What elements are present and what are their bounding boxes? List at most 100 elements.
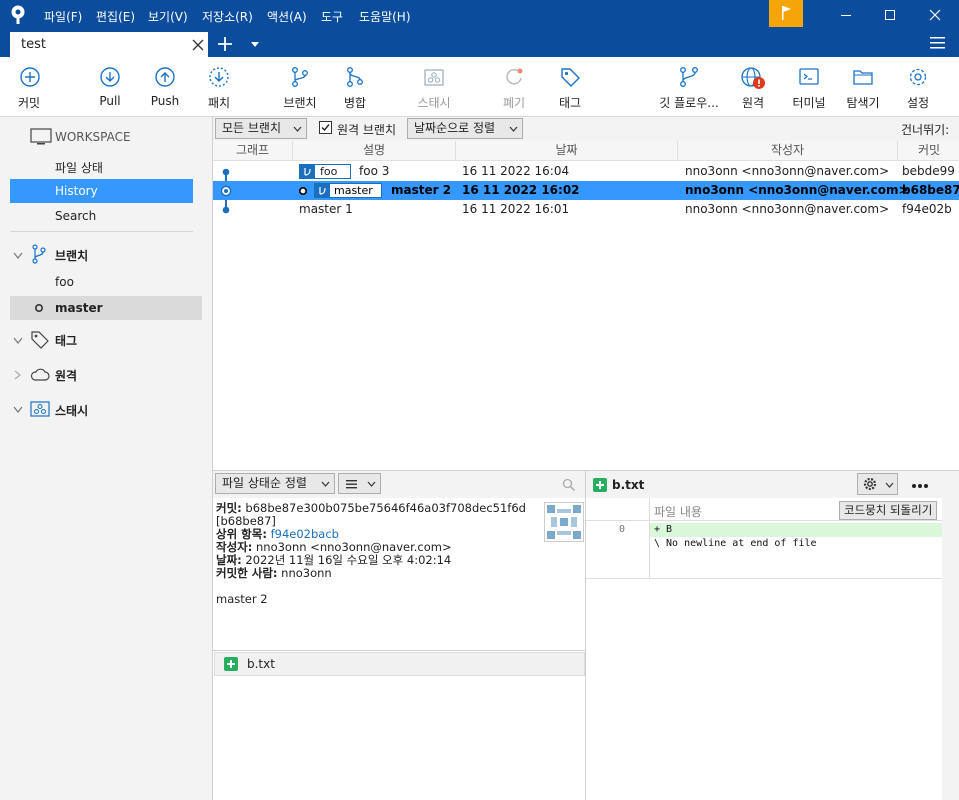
sidebar-item-file-status[interactable]: 파일 상태	[55, 159, 103, 176]
remotes-header[interactable]: 원격	[55, 367, 77, 384]
diff-content-header: 파일 내용	[654, 505, 702, 519]
table-row[interactable]: foo foo 3 16 11 2022 16:04 nno3onn <nno3…	[213, 162, 959, 181]
remote-branches-label[interactable]: 원격 브랜치	[337, 121, 396, 138]
stash-button[interactable]: 스태시	[410, 57, 458, 115]
branch-filter-select[interactable]: 모든 브랜치	[215, 118, 307, 139]
push-button[interactable]: Push	[143, 57, 187, 115]
chevron-down-icon[interactable]	[13, 406, 23, 414]
menu-edit[interactable]: 편집(E)	[96, 8, 135, 25]
remote-button[interactable]: 원격	[730, 57, 776, 115]
chevron-right-icon[interactable]	[14, 370, 22, 380]
pull-icon	[100, 67, 120, 87]
view-mode-select[interactable]	[338, 473, 381, 494]
file-list-item[interactable]: b.txt	[214, 652, 585, 676]
col-graph[interactable]: 그래프	[213, 141, 293, 160]
discard-button[interactable]: 폐기	[492, 57, 536, 115]
diff-line-added	[650, 523, 942, 537]
branch-button[interactable]: 브랜치	[276, 57, 324, 115]
diff-options-button[interactable]	[857, 473, 898, 495]
col-date[interactable]: 날짜	[456, 141, 678, 160]
terminal-label: 터미널	[792, 96, 826, 110]
chevron-down-icon	[293, 126, 302, 132]
stash-section-icon	[30, 401, 50, 417]
tag-button[interactable]: 태그	[548, 57, 592, 115]
sort-select[interactable]: 날짜순으로 정렬	[407, 118, 523, 139]
workspace-header: WORKSPACE	[55, 130, 131, 144]
commit-date: 16 11 2022 16:01	[462, 202, 570, 216]
minimize-button[interactable]	[826, 0, 866, 30]
sidebar-branch-foo[interactable]: foo	[55, 275, 74, 289]
close-icon	[929, 9, 941, 21]
tag-icon	[561, 68, 580, 87]
app-logo-icon	[9, 5, 27, 25]
discard-icon	[506, 68, 523, 85]
menu-tools[interactable]: 도구	[321, 8, 343, 25]
tags-header[interactable]: 태그	[55, 332, 77, 349]
col-description[interactable]: 설명	[293, 141, 456, 160]
merge-button[interactable]: 병합	[333, 57, 377, 115]
remote-branches-checkbox[interactable]	[319, 121, 332, 134]
terminal-button[interactable]: 터미널	[786, 57, 832, 115]
tag-section-icon	[31, 331, 49, 349]
commit-date-value: 2022년 11월 16일 수요일 오후 4:02:14	[245, 553, 452, 567]
pull-button[interactable]: Pull	[88, 57, 132, 115]
menu-help[interactable]: 도움말(H)	[359, 8, 411, 25]
patch-button[interactable]: 패치	[197, 57, 241, 115]
grid-header: 그래프 설명 날짜 작성자 커밋	[213, 141, 959, 161]
gitflow-button[interactable]: 깃 플로우...	[654, 57, 724, 115]
tab-dropdown-icon[interactable]	[250, 41, 260, 49]
table-row-selected[interactable]: master master 2 16 11 2022 16:02 nno3onn…	[213, 181, 959, 200]
diff-header: b.txt	[585, 470, 959, 498]
file-name: b.txt	[247, 657, 275, 671]
diff-vertical-scrollbar[interactable]	[942, 498, 959, 800]
revert-hunk-button[interactable]: 코드뭉치 되돌리기	[839, 501, 938, 520]
menu-view[interactable]: 보기(V)	[148, 8, 188, 25]
graph-node	[222, 168, 230, 176]
tab-close-icon[interactable]	[192, 39, 204, 51]
commit-message: master 1	[299, 202, 353, 216]
explorer-label: 탐색기	[846, 96, 880, 110]
sidebar-item-history-label: History	[55, 184, 98, 198]
tab-test[interactable]: test	[10, 32, 208, 57]
col-author[interactable]: 작성자	[678, 141, 898, 160]
commit-date: 16 11 2022 16:04	[462, 164, 570, 178]
menu-file[interactable]: 파일(F)	[44, 8, 82, 25]
branches-header[interactable]: 브랜치	[55, 247, 88, 264]
stash-header[interactable]: 스태시	[55, 402, 88, 419]
maximize-button[interactable]	[870, 0, 910, 30]
flag-icon	[782, 6, 791, 20]
menu-actions[interactable]: 액션(A)	[267, 8, 307, 25]
toolbar: 커밋 Pull Push 패치 브랜치 병합 스태시 폐기 태그 깃 플로우..…	[0, 57, 959, 117]
sidebar-branch-master[interactable]: master	[10, 296, 202, 320]
stash-icon	[424, 69, 444, 86]
sidebar-item-history[interactable]: History	[10, 179, 193, 203]
branch-icon	[292, 67, 308, 87]
new-tab-icon[interactable]	[217, 36, 233, 52]
file-sort-select[interactable]: 파일 상태순 정렬	[215, 473, 335, 494]
file-added-icon	[593, 478, 607, 492]
commit-button[interactable]: 커밋	[5, 57, 55, 115]
list-icon	[346, 480, 357, 489]
branch-filter-value: 모든 브랜치	[222, 121, 282, 135]
explorer-button[interactable]: 탐색기	[840, 57, 886, 115]
branch-badge-icon	[315, 184, 330, 197]
chevron-down-icon[interactable]	[13, 252, 23, 260]
close-button[interactable]	[915, 0, 955, 30]
branch-label-foo: foo	[299, 164, 351, 179]
col-commit[interactable]: 커밋	[898, 141, 959, 160]
flag-button[interactable]	[769, 0, 803, 27]
file-added-icon	[224, 657, 238, 671]
more-options-icon[interactable]	[911, 483, 929, 489]
chevron-down-icon[interactable]	[13, 337, 23, 345]
remote-icon	[741, 67, 765, 89]
hamburger-menu-icon[interactable]	[930, 36, 946, 50]
commit-hash: b68be87	[902, 183, 959, 197]
parent-hash-link[interactable]: f94e02bacb	[271, 527, 339, 541]
revert-hunk-label: 코드뭉치 되돌리기	[844, 503, 933, 517]
settings-button[interactable]: 설정	[895, 57, 941, 115]
commit-hash: f94e02b	[902, 202, 952, 216]
menu-repository[interactable]: 저장소(R)	[202, 8, 253, 25]
sidebar-item-search[interactable]: Search	[55, 209, 96, 223]
search-icon[interactable]	[562, 478, 576, 492]
table-row[interactable]: master 1 16 11 2022 16:01 nno3onn <nno3o…	[213, 200, 959, 219]
